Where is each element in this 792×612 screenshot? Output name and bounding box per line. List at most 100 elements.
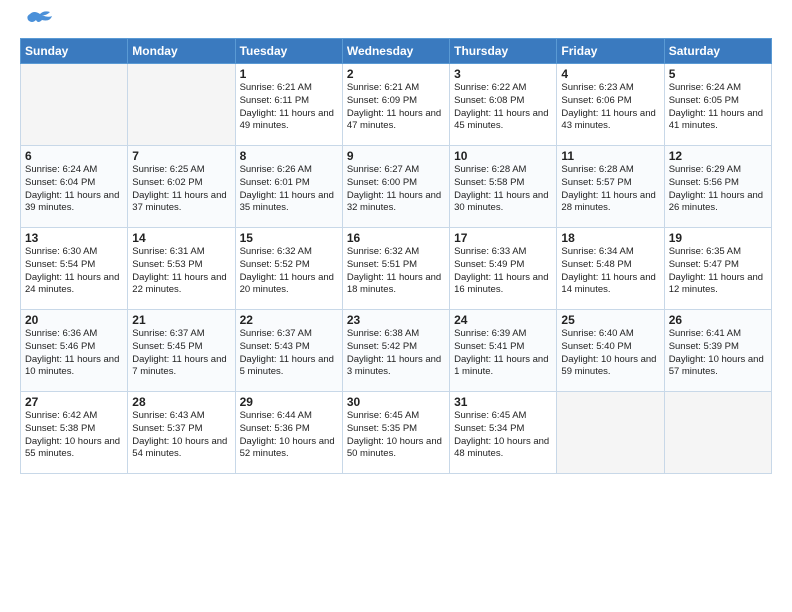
calendar-cell: 13Sunrise: 6:30 AM Sunset: 5:54 PM Dayli…: [21, 228, 128, 310]
day-number: 14: [132, 231, 230, 245]
day-info: Sunrise: 6:24 AM Sunset: 6:05 PM Dayligh…: [669, 82, 767, 133]
day-info: Sunrise: 6:36 AM Sunset: 5:46 PM Dayligh…: [25, 328, 123, 379]
day-number: 11: [561, 149, 659, 163]
day-info: Sunrise: 6:21 AM Sunset: 6:09 PM Dayligh…: [347, 82, 445, 133]
calendar-cell: 7Sunrise: 6:25 AM Sunset: 6:02 PM Daylig…: [128, 146, 235, 228]
day-number: 9: [347, 149, 445, 163]
day-number: 10: [454, 149, 552, 163]
calendar-cell: 1Sunrise: 6:21 AM Sunset: 6:11 PM Daylig…: [235, 64, 342, 146]
day-number: 13: [25, 231, 123, 245]
day-number: 5: [669, 67, 767, 81]
day-info: Sunrise: 6:21 AM Sunset: 6:11 PM Dayligh…: [240, 82, 338, 133]
logo: [20, 18, 54, 28]
day-number: 19: [669, 231, 767, 245]
day-info: Sunrise: 6:37 AM Sunset: 5:45 PM Dayligh…: [132, 328, 230, 379]
calendar-cell: 25Sunrise: 6:40 AM Sunset: 5:40 PM Dayli…: [557, 310, 664, 392]
col-header-wednesday: Wednesday: [342, 39, 449, 64]
col-header-sunday: Sunday: [21, 39, 128, 64]
day-info: Sunrise: 6:45 AM Sunset: 5:34 PM Dayligh…: [454, 410, 552, 461]
col-header-monday: Monday: [128, 39, 235, 64]
week-row-4: 20Sunrise: 6:36 AM Sunset: 5:46 PM Dayli…: [21, 310, 772, 392]
day-number: 29: [240, 395, 338, 409]
day-number: 6: [25, 149, 123, 163]
calendar-cell: 2Sunrise: 6:21 AM Sunset: 6:09 PM Daylig…: [342, 64, 449, 146]
day-number: 8: [240, 149, 338, 163]
day-number: 22: [240, 313, 338, 327]
header: [20, 18, 772, 28]
calendar-cell: 20Sunrise: 6:36 AM Sunset: 5:46 PM Dayli…: [21, 310, 128, 392]
page: SundayMondayTuesdayWednesdayThursdayFrid…: [0, 0, 792, 486]
day-number: 3: [454, 67, 552, 81]
calendar-cell: 17Sunrise: 6:33 AM Sunset: 5:49 PM Dayli…: [450, 228, 557, 310]
day-info: Sunrise: 6:32 AM Sunset: 5:51 PM Dayligh…: [347, 246, 445, 297]
col-header-thursday: Thursday: [450, 39, 557, 64]
day-number: 7: [132, 149, 230, 163]
week-row-5: 27Sunrise: 6:42 AM Sunset: 5:38 PM Dayli…: [21, 392, 772, 474]
day-info: Sunrise: 6:27 AM Sunset: 6:00 PM Dayligh…: [347, 164, 445, 215]
calendar-cell: 10Sunrise: 6:28 AM Sunset: 5:58 PM Dayli…: [450, 146, 557, 228]
calendar-cell: [128, 64, 235, 146]
day-number: 16: [347, 231, 445, 245]
day-number: 18: [561, 231, 659, 245]
week-row-2: 6Sunrise: 6:24 AM Sunset: 6:04 PM Daylig…: [21, 146, 772, 228]
day-number: 25: [561, 313, 659, 327]
day-info: Sunrise: 6:38 AM Sunset: 5:42 PM Dayligh…: [347, 328, 445, 379]
day-number: 27: [25, 395, 123, 409]
logo-bird-icon: [22, 10, 54, 32]
day-number: 23: [347, 313, 445, 327]
day-info: Sunrise: 6:41 AM Sunset: 5:39 PM Dayligh…: [669, 328, 767, 379]
day-number: 30: [347, 395, 445, 409]
calendar-cell: 19Sunrise: 6:35 AM Sunset: 5:47 PM Dayli…: [664, 228, 771, 310]
col-header-friday: Friday: [557, 39, 664, 64]
day-info: Sunrise: 6:25 AM Sunset: 6:02 PM Dayligh…: [132, 164, 230, 215]
day-number: 12: [669, 149, 767, 163]
calendar-cell: 15Sunrise: 6:32 AM Sunset: 5:52 PM Dayli…: [235, 228, 342, 310]
calendar-cell: 22Sunrise: 6:37 AM Sunset: 5:43 PM Dayli…: [235, 310, 342, 392]
day-number: 1: [240, 67, 338, 81]
calendar-cell: 27Sunrise: 6:42 AM Sunset: 5:38 PM Dayli…: [21, 392, 128, 474]
calendar-cell: 16Sunrise: 6:32 AM Sunset: 5:51 PM Dayli…: [342, 228, 449, 310]
day-info: Sunrise: 6:33 AM Sunset: 5:49 PM Dayligh…: [454, 246, 552, 297]
calendar-cell: 26Sunrise: 6:41 AM Sunset: 5:39 PM Dayli…: [664, 310, 771, 392]
day-info: Sunrise: 6:23 AM Sunset: 6:06 PM Dayligh…: [561, 82, 659, 133]
calendar-cell: 5Sunrise: 6:24 AM Sunset: 6:05 PM Daylig…: [664, 64, 771, 146]
day-info: Sunrise: 6:29 AM Sunset: 5:56 PM Dayligh…: [669, 164, 767, 215]
day-info: Sunrise: 6:39 AM Sunset: 5:41 PM Dayligh…: [454, 328, 552, 379]
calendar-cell: 31Sunrise: 6:45 AM Sunset: 5:34 PM Dayli…: [450, 392, 557, 474]
col-header-tuesday: Tuesday: [235, 39, 342, 64]
day-info: Sunrise: 6:43 AM Sunset: 5:37 PM Dayligh…: [132, 410, 230, 461]
day-info: Sunrise: 6:28 AM Sunset: 5:58 PM Dayligh…: [454, 164, 552, 215]
day-info: Sunrise: 6:40 AM Sunset: 5:40 PM Dayligh…: [561, 328, 659, 379]
day-info: Sunrise: 6:22 AM Sunset: 6:08 PM Dayligh…: [454, 82, 552, 133]
calendar-cell: 30Sunrise: 6:45 AM Sunset: 5:35 PM Dayli…: [342, 392, 449, 474]
day-number: 24: [454, 313, 552, 327]
day-number: 31: [454, 395, 552, 409]
day-info: Sunrise: 6:24 AM Sunset: 6:04 PM Dayligh…: [25, 164, 123, 215]
day-info: Sunrise: 6:34 AM Sunset: 5:48 PM Dayligh…: [561, 246, 659, 297]
calendar: SundayMondayTuesdayWednesdayThursdayFrid…: [20, 38, 772, 474]
calendar-cell: 24Sunrise: 6:39 AM Sunset: 5:41 PM Dayli…: [450, 310, 557, 392]
day-info: Sunrise: 6:30 AM Sunset: 5:54 PM Dayligh…: [25, 246, 123, 297]
day-number: 2: [347, 67, 445, 81]
calendar-cell: 12Sunrise: 6:29 AM Sunset: 5:56 PM Dayli…: [664, 146, 771, 228]
calendar-cell: [664, 392, 771, 474]
week-row-1: 1Sunrise: 6:21 AM Sunset: 6:11 PM Daylig…: [21, 64, 772, 146]
day-number: 26: [669, 313, 767, 327]
day-info: Sunrise: 6:32 AM Sunset: 5:52 PM Dayligh…: [240, 246, 338, 297]
day-info: Sunrise: 6:45 AM Sunset: 5:35 PM Dayligh…: [347, 410, 445, 461]
day-info: Sunrise: 6:44 AM Sunset: 5:36 PM Dayligh…: [240, 410, 338, 461]
day-info: Sunrise: 6:35 AM Sunset: 5:47 PM Dayligh…: [669, 246, 767, 297]
day-number: 4: [561, 67, 659, 81]
day-info: Sunrise: 6:37 AM Sunset: 5:43 PM Dayligh…: [240, 328, 338, 379]
col-header-saturday: Saturday: [664, 39, 771, 64]
calendar-cell: 9Sunrise: 6:27 AM Sunset: 6:00 PM Daylig…: [342, 146, 449, 228]
day-number: 20: [25, 313, 123, 327]
calendar-cell: 21Sunrise: 6:37 AM Sunset: 5:45 PM Dayli…: [128, 310, 235, 392]
calendar-cell: [557, 392, 664, 474]
day-number: 28: [132, 395, 230, 409]
day-number: 15: [240, 231, 338, 245]
calendar-cell: [21, 64, 128, 146]
calendar-cell: 14Sunrise: 6:31 AM Sunset: 5:53 PM Dayli…: [128, 228, 235, 310]
calendar-cell: 29Sunrise: 6:44 AM Sunset: 5:36 PM Dayli…: [235, 392, 342, 474]
day-info: Sunrise: 6:26 AM Sunset: 6:01 PM Dayligh…: [240, 164, 338, 215]
